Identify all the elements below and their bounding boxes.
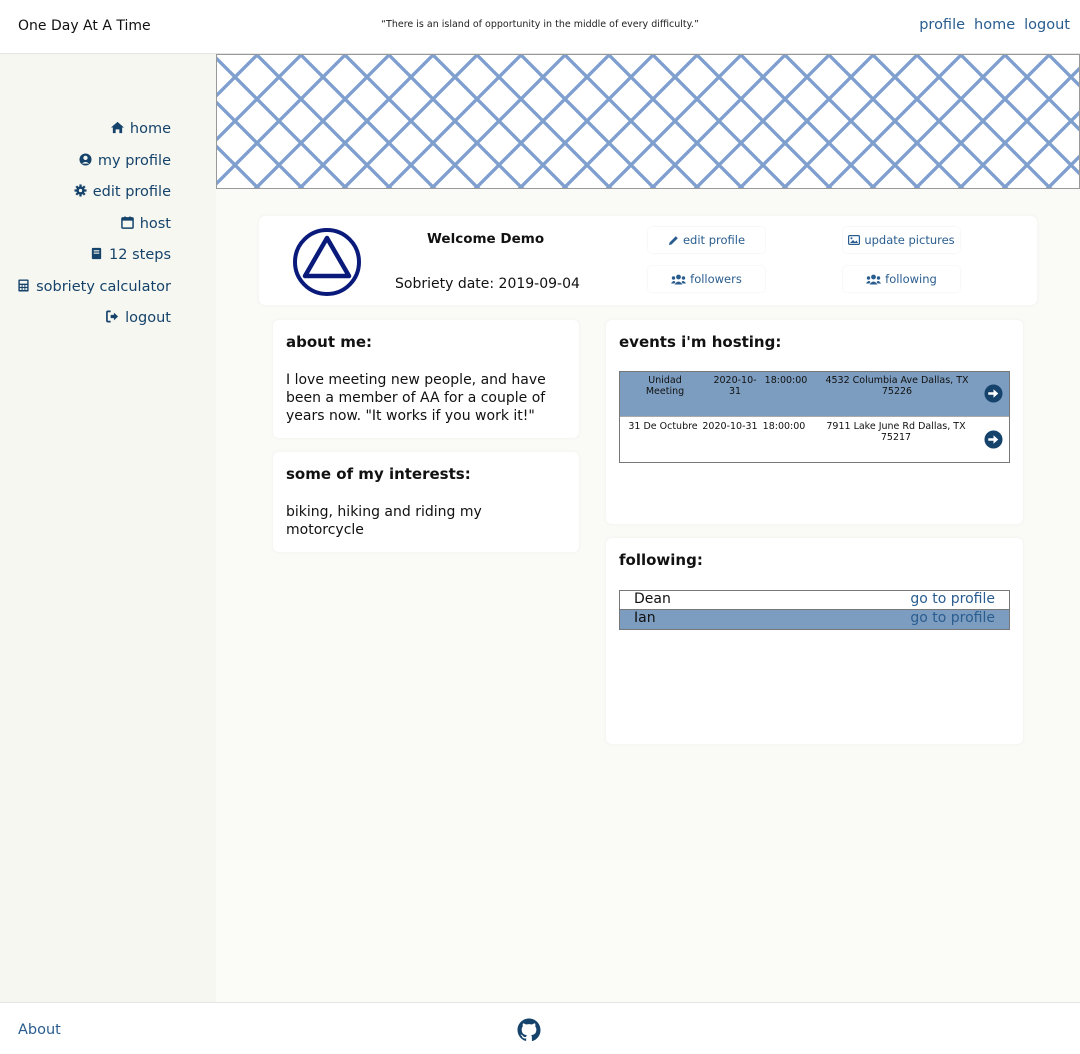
sidebar-item-my-profile[interactable]: my profile: [16, 153, 171, 185]
event-date: 2020-10-31: [713, 375, 757, 397]
about-me-title: about me:: [286, 333, 373, 351]
followers-label: followers: [690, 272, 742, 286]
sidebar-menu: home my profile edit profile host 12 ste…: [16, 121, 171, 342]
update-pictures-label: update pictures: [864, 233, 955, 247]
following-label: following: [885, 272, 937, 286]
calculator-icon: [18, 278, 29, 292]
header-quote: “There is an island of opportunity in th…: [381, 19, 699, 30]
sidebar-item-edit-profile[interactable]: edit profile: [16, 184, 171, 216]
footer: About: [0, 1002, 1080, 1054]
sobriety-date: Sobriety date: 2019-09-04: [395, 276, 580, 292]
sidebar-item-label: 12 steps: [109, 247, 171, 263]
book-icon: [91, 247, 102, 260]
sidebar-item-label: home: [129, 121, 171, 137]
lattice-pattern: [217, 55, 1079, 188]
event-row[interactable]: 31 De Octubre 2020-10-31 18:00:00 7911 L…: [620, 417, 1009, 462]
event-name: Unidad Meeting: [645, 375, 685, 397]
users-icon: [866, 274, 882, 284]
top-nav: profile home logout: [919, 17, 1070, 33]
interests-text: biking, hiking and riding my motorcycle: [286, 504, 482, 538]
profile-banner-image: [216, 54, 1080, 189]
edit-profile-label: edit profile: [682, 233, 746, 247]
following-name: Dean: [634, 591, 671, 607]
users-icon: [671, 274, 687, 284]
event-date: 2020-10-31: [702, 421, 758, 432]
edit-profile-button[interactable]: edit profile: [648, 227, 765, 253]
top-bar: One Day At A Time “There is an island of…: [0, 0, 1080, 54]
nav-logout-link[interactable]: logout: [1024, 17, 1070, 33]
event-time: 18:00:00: [762, 421, 806, 432]
sidebar-item-label: logout: [125, 310, 171, 326]
nav-profile-link[interactable]: profile: [919, 17, 965, 33]
nav-home-link[interactable]: home: [974, 17, 1015, 33]
event-address: 7911 Lake June Rd Dallas, TX 75217: [826, 421, 966, 443]
arrow-circle-right-icon[interactable]: [984, 384, 1003, 403]
interests-title: some of my interests:: [286, 465, 471, 483]
interests-card: some of my interests: biking, hiking and…: [273, 452, 579, 552]
sidebar-item-label: my profile: [97, 152, 171, 169]
events-title: events i'm hosting:: [619, 333, 782, 351]
user-circle-icon: [79, 152, 92, 166]
sidebar-item-label: host: [139, 215, 171, 232]
arrow-circle-right-icon[interactable]: [984, 430, 1003, 449]
about-me-text: I love meeting new people, and have been…: [286, 372, 546, 424]
events-table: Unidad Meeting 2020-10-31 18:00:00 4532 …: [619, 371, 1010, 463]
about-me-card: about me: I love meeting new people, and…: [273, 320, 579, 438]
image-icon: [848, 235, 861, 245]
events-hosting-card: events i'm hosting: Unidad Meeting 2020-…: [606, 320, 1023, 524]
main-content: Welcome Demo Sobriety date: 2019-09-04 e…: [216, 54, 1080, 860]
profile-summary-card: Welcome Demo Sobriety date: 2019-09-04 e…: [259, 216, 1037, 305]
sidebar-item-home[interactable]: home: [16, 121, 171, 153]
following-row: Ian go to profile: [620, 610, 1009, 629]
sidebar-item-host[interactable]: host: [16, 216, 171, 248]
sidebar-item-label: sobriety calculator: [36, 278, 171, 295]
following-card: following: Dean go to profile Ian go to …: [606, 538, 1023, 744]
followers-button[interactable]: followers: [648, 266, 765, 292]
home-icon: [110, 121, 124, 134]
following-row: Dean go to profile: [620, 591, 1009, 610]
github-icon[interactable]: [517, 1018, 541, 1042]
event-address: 4532 Columbia Ave Dallas, TX 75226: [825, 375, 969, 397]
welcome-text: Welcome Demo: [427, 231, 545, 247]
go-to-profile-link[interactable]: go to profile: [910, 591, 995, 607]
calendar-icon: [120, 215, 134, 229]
update-pictures-button[interactable]: update pictures: [843, 227, 960, 253]
following-name: Ian: [634, 610, 656, 626]
about-link[interactable]: About: [18, 1022, 61, 1038]
go-to-profile-link[interactable]: go to profile: [910, 610, 995, 626]
sidebar-item-12-steps[interactable]: 12 steps: [16, 247, 171, 279]
sidebar-item-logout[interactable]: logout: [16, 310, 171, 342]
sidebar-item-sobriety-calculator[interactable]: sobriety calculator: [16, 279, 171, 311]
following-title: following:: [619, 551, 703, 569]
event-name: 31 De Octubre: [628, 421, 698, 432]
aa-logo-icon: [293, 228, 361, 296]
event-row[interactable]: Unidad Meeting 2020-10-31 18:00:00 4532 …: [620, 372, 1009, 417]
pencil-icon: [668, 235, 678, 245]
event-time: 18:00:00: [764, 375, 808, 386]
sidebar-item-label: edit profile: [92, 184, 171, 200]
following-table: Dean go to profile Ian go to profile: [619, 590, 1010, 630]
sidebar: home my profile edit profile host 12 ste…: [0, 54, 216, 1002]
gear-icon: [74, 184, 87, 197]
following-button[interactable]: following: [843, 266, 960, 292]
main-lower-area: [216, 860, 1080, 1002]
sign-out-icon: [106, 310, 119, 323]
